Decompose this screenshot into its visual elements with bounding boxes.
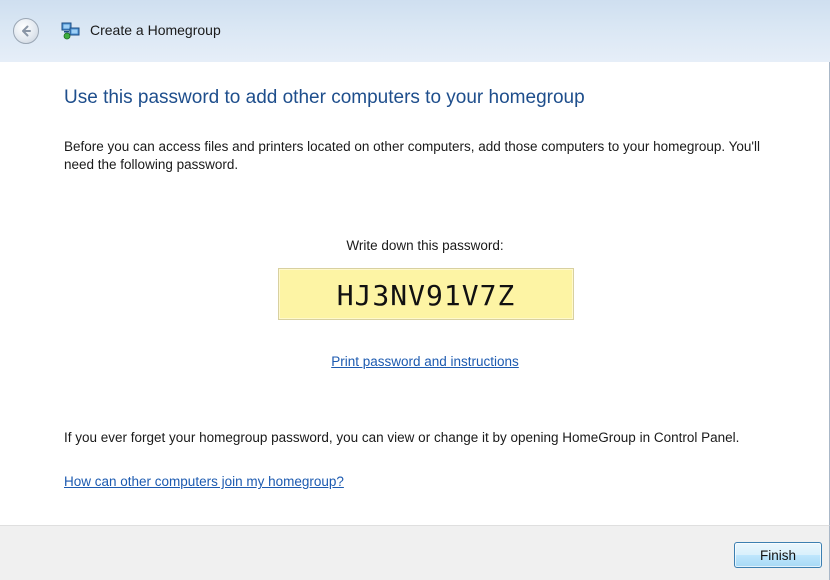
- join-link-container: How can other computers join my homegrou…: [64, 474, 344, 489]
- password-label: Write down this password:: [346, 238, 504, 253]
- window-title: Create a Homegroup: [90, 22, 221, 38]
- password-box: HJ3NV91V7Z: [278, 268, 574, 320]
- create-homegroup-window: Create a Homegroup Use this password to …: [0, 0, 830, 580]
- back-arrow-icon: [22, 25, 31, 37]
- finish-button[interactable]: Finish: [734, 542, 822, 568]
- join-homegroup-help-link[interactable]: How can other computers join my homegrou…: [64, 474, 344, 489]
- back-button[interactable]: [13, 18, 39, 44]
- forget-password-text: If you ever forget your homegroup passwo…: [64, 430, 740, 445]
- homegroup-icon: [61, 22, 80, 40]
- content-area: Use this password to add other computers…: [0, 62, 830, 525]
- intro-text: Before you can access files and printers…: [64, 139, 760, 172]
- print-link-container: Print password and instructions: [0, 354, 830, 369]
- print-password-link[interactable]: Print password and instructions: [331, 354, 519, 369]
- title-bar: Create a Homegroup: [0, 0, 830, 62]
- page-heading: Use this password to add other computers…: [64, 87, 585, 108]
- footer-bar: Finish: [0, 525, 830, 580]
- password-value: HJ3NV91V7Z: [336, 279, 516, 312]
